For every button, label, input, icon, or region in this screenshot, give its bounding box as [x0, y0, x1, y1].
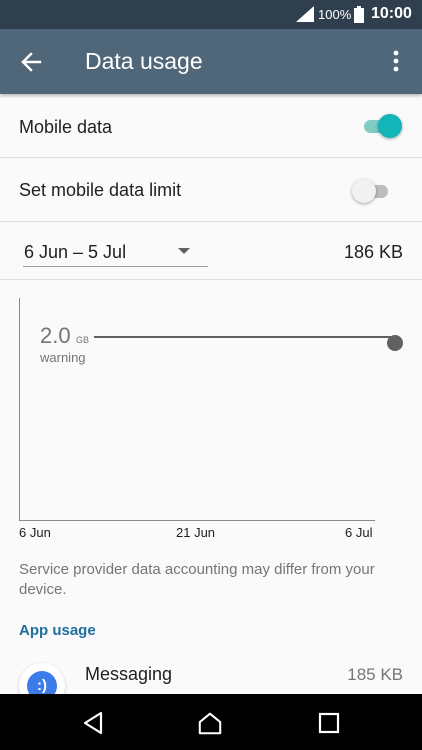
nav-back-button[interactable] — [81, 710, 107, 736]
warning-label: warning — [40, 350, 86, 365]
data-limit-row[interactable]: Set mobile data limit — [0, 158, 422, 222]
mobile-data-label: Mobile data — [19, 117, 113, 137]
battery-icon — [354, 6, 364, 23]
nav-recents-icon — [318, 712, 340, 734]
chart-x-axis — [19, 520, 375, 521]
switch-thumb — [378, 114, 402, 138]
status-bar: 100% 10:00 — [0, 0, 422, 29]
app-data-size: 185 KB — [347, 665, 403, 684]
nav-recents-button[interactable] — [316, 710, 342, 736]
switch-thumb — [352, 179, 376, 203]
back-button[interactable] — [18, 49, 44, 75]
accounting-note: Service provider data accounting may dif… — [19, 561, 375, 598]
cycle-range: 6 Jun – 5 Jul — [24, 242, 127, 262]
x-tick-label: 6 Jun — [19, 525, 51, 540]
signal-icon — [296, 6, 314, 22]
dropdown-arrow-icon — [178, 248, 190, 254]
x-tick-label: 6 Jul — [345, 525, 373, 540]
nav-home-button[interactable] — [197, 710, 223, 736]
warning-line[interactable] — [94, 336, 394, 338]
arrow-back-icon — [21, 52, 42, 72]
warning-value: 2.0 — [40, 323, 71, 348]
overflow-menu-button[interactable] — [386, 49, 406, 73]
mobile-data-switch[interactable] — [362, 114, 402, 138]
cycle-dropdown[interactable]: 6 Jun – 5 Jul — [23, 239, 208, 267]
navigation-bar — [0, 694, 422, 750]
nav-back-icon — [83, 711, 103, 735]
clock: 10:00 — [371, 5, 412, 22]
x-tick-label: 21 Jun — [176, 525, 216, 540]
warning-drag-handle[interactable] — [387, 335, 403, 351]
usage-chart: 2.0 GB warning 6 Jun 21 Jun 6 Jul — [0, 282, 422, 547]
warning-unit: GB — [76, 335, 90, 345]
battery-percent: 100% — [318, 7, 352, 22]
more-vert-icon — [393, 50, 399, 72]
app-name: Messaging — [85, 664, 173, 684]
app-bar: Data usage — [0, 29, 422, 94]
page-title: Data usage — [85, 48, 203, 74]
mobile-data-row[interactable]: Mobile data — [0, 94, 422, 158]
chart-y-axis — [19, 298, 20, 521]
data-limit-switch[interactable] — [352, 179, 392, 203]
nav-home-icon — [198, 712, 222, 735]
list-item[interactable]: :) Messaging 185 KB — [0, 655, 422, 709]
cycle-total-usage: 186 KB — [343, 242, 403, 262]
app-usage-header: App usage — [19, 622, 96, 639]
data-limit-label: Set mobile data limit — [19, 180, 182, 200]
